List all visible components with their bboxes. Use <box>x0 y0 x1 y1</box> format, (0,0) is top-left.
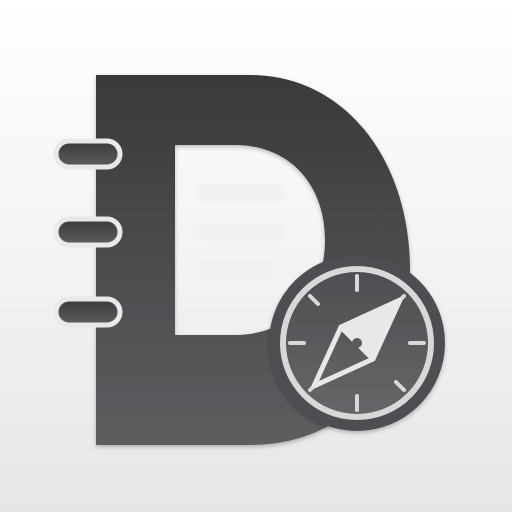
compass-icon <box>269 255 445 431</box>
text-lines-icon <box>197 184 285 279</box>
app-icon <box>0 0 512 512</box>
spiral-binding-icon <box>53 138 123 328</box>
app-icon-graphic <box>53 75 445 445</box>
